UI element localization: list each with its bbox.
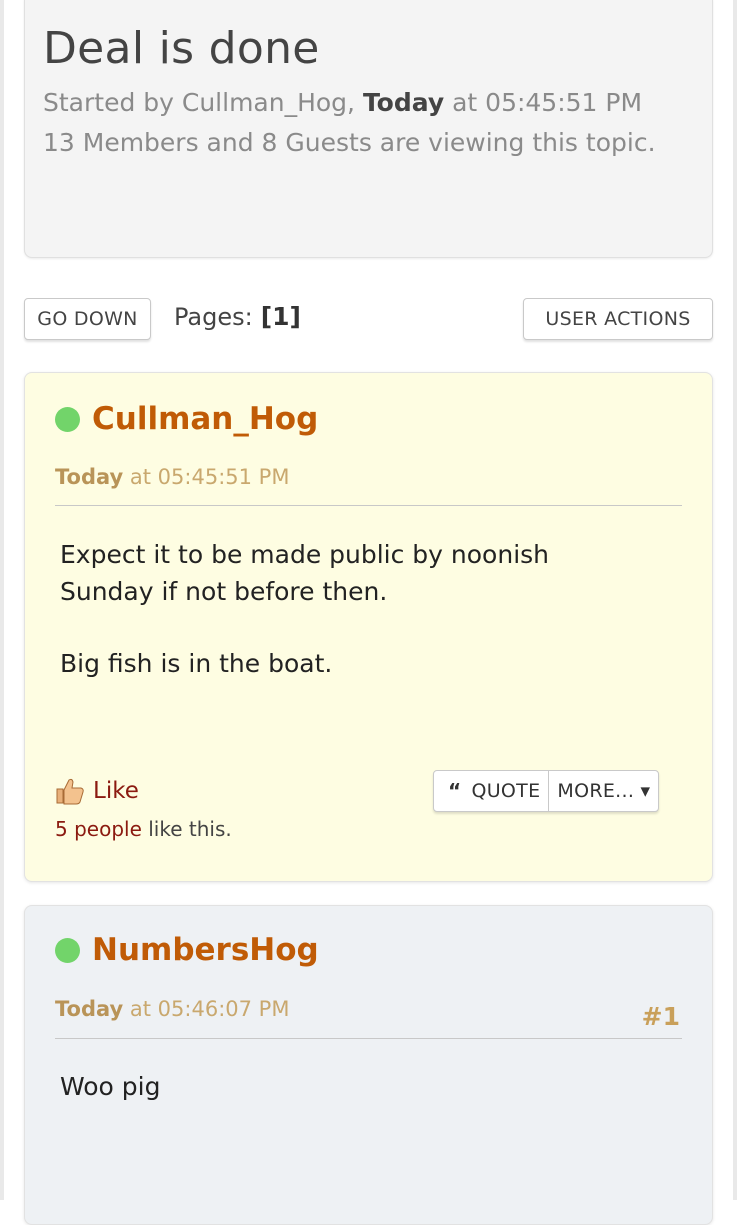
post-time: at 05:45:51 PM [123,465,289,489]
author-name-link[interactable]: Cullman_Hog [92,401,318,437]
page-edge-right [733,0,737,1200]
quote-label: QUOTE [471,780,540,802]
post-body: Expect it to be made public by noonish S… [60,536,620,717]
likes-suffix: like this. [142,817,232,841]
topic-viewers: 13 Members and 8 Guests are viewing this… [43,123,694,163]
current-page-link[interactable]: [1] [261,302,301,331]
go-down-button[interactable]: GO DOWN [24,298,151,340]
post-author: Cullman_Hog [55,401,318,437]
started-by-text: Started by Cullman_Hog, [43,88,363,117]
post-day: Today [55,997,123,1021]
post-paragraph: Big fish is in the boat. [60,645,620,682]
user-actions-button[interactable]: USER ACTIONS [523,298,713,340]
post-actions: “ QUOTE MORE... ▾ [433,770,659,812]
post-author: NumbersHog [55,932,319,968]
page-edge-left [0,0,4,1200]
post-time: at 05:46:07 PM [123,997,289,1021]
post-day: Today [55,465,123,489]
topic-header: Deal is done Started by Cullman_Hog, Tod… [24,0,713,258]
post-paragraph: Woo pig [60,1068,160,1105]
online-status-icon [55,407,80,432]
like-label: Like [93,778,139,804]
started-time: at 05:45:51 PM [444,88,642,117]
post: NumbersHog Today at 05:46:07 PM #1 Woo p… [24,905,713,1225]
post-timestamp: Today at 05:46:07 PM [55,997,289,1021]
like-button[interactable]: Like [55,777,139,805]
post-body: Woo pig [60,1068,160,1140]
quote-icon: “ [448,779,461,803]
topic-title: Deal is done [43,21,694,77]
online-status-icon [55,938,80,963]
quote-button[interactable]: “ QUOTE [434,771,548,811]
post: Cullman_Hog Today at 05:45:51 PM Expect … [24,372,713,882]
author-name-link[interactable]: NumbersHog [92,932,319,968]
post-timestamp: Today at 05:45:51 PM [55,465,289,489]
post-paragraph: Expect it to be made public by noonish S… [60,536,620,610]
likers-link[interactable]: 5 people [55,817,142,841]
started-day: Today [363,88,444,117]
post-divider [55,1038,682,1039]
topic-started-by: Started by Cullman_Hog, Today at 05:45:5… [43,83,694,123]
likes-summary: 5 people like this. [55,817,232,841]
post-number-link[interactable]: #1 [642,1002,680,1031]
more-actions-button[interactable]: MORE... ▾ [548,771,658,811]
post-divider [55,505,682,506]
pages-label: Pages: [174,303,253,331]
pagination: Pages: [1] [174,302,301,331]
thumbs-up-icon [55,777,85,805]
